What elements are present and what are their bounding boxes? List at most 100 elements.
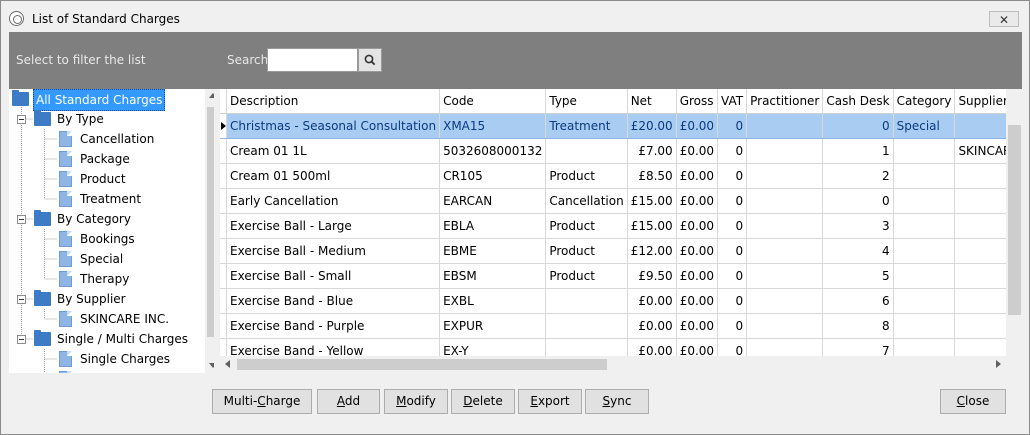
cell-cash-desk[interactable]: 0 bbox=[822, 188, 894, 214]
cell-description[interactable]: Exercise Ball - Medium bbox=[226, 238, 441, 264]
cell-category[interactable] bbox=[893, 238, 956, 264]
cell-vat[interactable]: 0 bbox=[717, 113, 748, 139]
cell-code[interactable]: EARCAN bbox=[439, 188, 547, 214]
scroll-thumb[interactable] bbox=[207, 107, 214, 337]
cell-practitioner[interactable] bbox=[746, 213, 824, 239]
cell-code[interactable]: EBLA bbox=[439, 213, 547, 239]
cell-vat[interactable]: 0 bbox=[717, 163, 748, 189]
table-row[interactable]: Exercise Band - Purple EXPUR £0.00 £0.00 0 8 bbox=[220, 313, 1023, 339]
tree-vertical-scrollbar[interactable] bbox=[205, 89, 214, 373]
window-close-button[interactable]: ✕ bbox=[989, 11, 1019, 27]
table-row[interactable]: Christmas - Seasonal Consultation XMA15 Tr… bbox=[220, 113, 1023, 139]
collapse-icon[interactable] bbox=[17, 215, 26, 224]
cell-cash-desk[interactable]: 6 bbox=[822, 288, 894, 314]
cell-category[interactable] bbox=[893, 313, 956, 339]
cell-cash-desk[interactable]: 5 bbox=[822, 263, 894, 289]
cell-practitioner[interactable] bbox=[746, 188, 824, 214]
cell-type[interactable]: Product bbox=[545, 263, 628, 289]
tree-node-root[interactable]: All Standard Charges bbox=[9, 89, 205, 111]
tree-node-therapy[interactable]: Therapy bbox=[9, 269, 205, 289]
table-row[interactable]: Early Cancellation EARCAN Cancellation £15.… bbox=[220, 188, 1023, 214]
cell-cash-desk[interactable]: 2 bbox=[822, 163, 894, 189]
cell-type[interactable]: Product bbox=[545, 163, 628, 189]
column-header-type[interactable]: Type bbox=[545, 89, 628, 114]
scroll-thumb[interactable] bbox=[237, 359, 607, 370]
cell-practitioner[interactable] bbox=[746, 138, 824, 164]
cell-type[interactable]: Treatment bbox=[545, 113, 628, 139]
cell-net[interactable]: £15.00 bbox=[627, 213, 677, 239]
delete-button[interactable]: Delete bbox=[451, 389, 515, 414]
table-row[interactable]: Cream 01 500ml CR105 Product £8.50 £0.00 0 2 bbox=[220, 163, 1023, 189]
cell-net[interactable]: £0.00 bbox=[627, 313, 677, 339]
cell-net[interactable]: £15.00 bbox=[627, 188, 677, 214]
multi-charge-button[interactable]: Multi-Charge bbox=[212, 389, 312, 414]
column-header-vat[interactable]: VAT bbox=[717, 89, 748, 114]
cell-net[interactable]: £7.00 bbox=[627, 138, 677, 164]
cell-practitioner[interactable] bbox=[746, 238, 824, 264]
column-header-net[interactable]: Net bbox=[627, 89, 677, 114]
cell-net[interactable]: £20.00 bbox=[627, 113, 677, 139]
cell-vat[interactable]: 0 bbox=[717, 188, 748, 214]
cell-type[interactable] bbox=[545, 288, 628, 314]
column-header-practitioner[interactable]: Practitioner bbox=[746, 89, 824, 114]
cell-category[interactable]: Special bbox=[893, 113, 956, 139]
cell-description[interactable]: Early Cancellation bbox=[226, 188, 441, 214]
cell-cash-desk[interactable]: 0 bbox=[822, 113, 894, 139]
tree-node-single-charges[interactable]: Single Charges bbox=[9, 349, 205, 369]
tree-node-skincare-inc[interactable]: SKINCARE INC. bbox=[9, 309, 205, 329]
cell-net[interactable]: £0.00 bbox=[627, 288, 677, 314]
cell-practitioner[interactable] bbox=[746, 313, 824, 339]
cell-gross[interactable]: £0.00 bbox=[676, 238, 719, 264]
cell-vat[interactable]: 0 bbox=[717, 213, 748, 239]
cell-gross[interactable]: £0.00 bbox=[676, 313, 719, 339]
cell-cash-desk[interactable]: 4 bbox=[822, 238, 894, 264]
cell-code[interactable]: EBME bbox=[439, 238, 547, 264]
grid-horizontal-scrollbar[interactable] bbox=[220, 356, 1006, 373]
cell-description[interactable]: Exercise Band - Purple bbox=[226, 313, 441, 339]
column-header-category[interactable]: Category bbox=[893, 89, 956, 114]
tree-node-by-supplier[interactable]: By Supplier bbox=[9, 289, 205, 309]
collapse-icon[interactable] bbox=[17, 115, 26, 124]
close-button[interactable]: Close bbox=[940, 389, 1006, 414]
cell-code[interactable]: EXPUR bbox=[439, 313, 547, 339]
cell-vat[interactable]: 0 bbox=[717, 263, 748, 289]
cell-gross[interactable]: £0.00 bbox=[676, 263, 719, 289]
cell-category[interactable] bbox=[893, 163, 956, 189]
scroll-right-arrow-icon[interactable] bbox=[996, 360, 1001, 368]
scroll-thumb[interactable] bbox=[1008, 125, 1021, 315]
tree-node-by-category[interactable]: By Category bbox=[9, 209, 205, 229]
cell-category[interactable] bbox=[893, 138, 956, 164]
cell-category[interactable] bbox=[893, 288, 956, 314]
cell-code[interactable]: EBSM bbox=[439, 263, 547, 289]
tree-node-partial[interactable] bbox=[9, 369, 205, 373]
title-bar[interactable]: List of Standard Charges ✕ bbox=[1, 1, 1029, 32]
sync-button[interactable]: Sync bbox=[585, 389, 649, 414]
cell-description[interactable]: Exercise Band - Blue bbox=[226, 288, 441, 314]
cell-code[interactable]: XMA15 bbox=[439, 113, 547, 139]
export-button[interactable]: Export bbox=[518, 389, 582, 414]
cell-practitioner[interactable] bbox=[746, 113, 824, 139]
cell-cash-desk[interactable]: 8 bbox=[822, 313, 894, 339]
tree-node-bookings[interactable]: Bookings bbox=[9, 229, 205, 249]
cell-practitioner[interactable] bbox=[746, 263, 824, 289]
tree-node-special[interactable]: Special bbox=[9, 249, 205, 269]
cell-gross[interactable]: £0.00 bbox=[676, 113, 719, 139]
cell-net[interactable]: £9.50 bbox=[627, 263, 677, 289]
cell-vat[interactable]: 0 bbox=[717, 313, 748, 339]
column-header-code[interactable]: Code bbox=[439, 89, 547, 114]
add-button[interactable]: Add bbox=[317, 389, 380, 414]
cell-gross[interactable]: £0.00 bbox=[676, 288, 719, 314]
cell-gross[interactable]: £0.00 bbox=[676, 163, 719, 189]
cell-description[interactable]: Cream 01 500ml bbox=[226, 163, 441, 189]
search-input[interactable] bbox=[267, 48, 358, 72]
cell-description[interactable]: Exercise Ball - Small bbox=[226, 263, 441, 289]
scroll-up-arrow-icon[interactable] bbox=[209, 93, 214, 98]
cell-net[interactable]: £8.50 bbox=[627, 163, 677, 189]
search-button[interactable] bbox=[358, 48, 382, 72]
cell-gross[interactable]: £0.00 bbox=[676, 188, 719, 214]
table-row[interactable]: Exercise Ball - Medium EBME Product £12.00 £… bbox=[220, 238, 1023, 264]
cell-vat[interactable]: 0 bbox=[717, 238, 748, 264]
cell-category[interactable] bbox=[893, 263, 956, 289]
tree-node-treatment[interactable]: Treatment bbox=[9, 189, 205, 209]
table-row[interactable]: Exercise Ball - Large EBLA Product £15.00 £0… bbox=[220, 213, 1023, 239]
